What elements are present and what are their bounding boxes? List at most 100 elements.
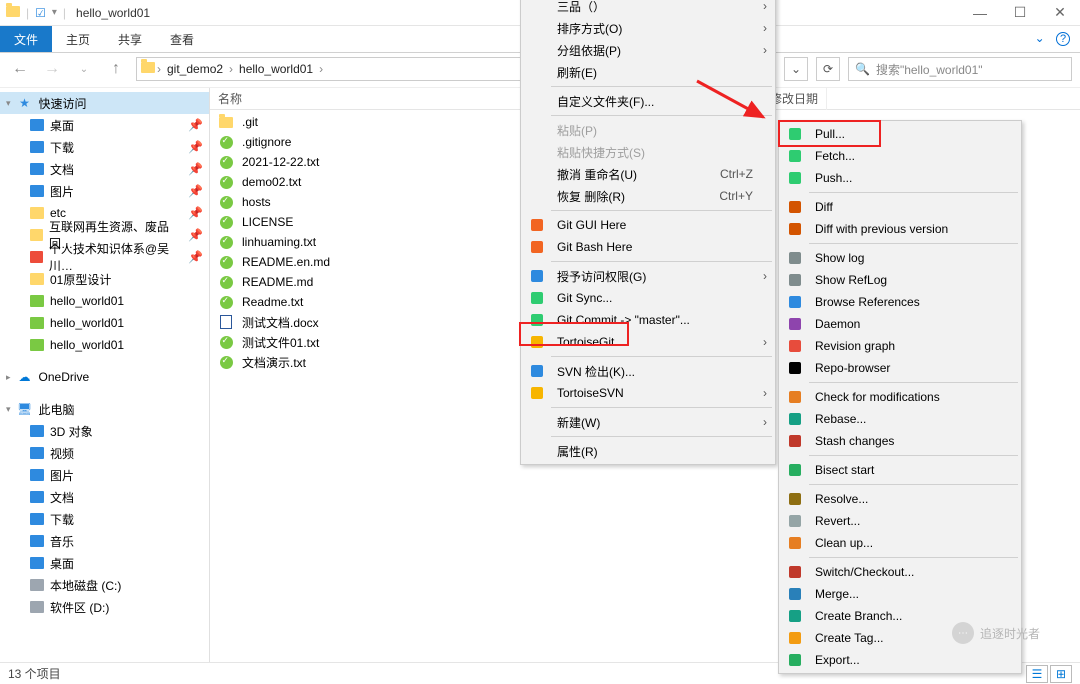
menu-item[interactable]: Git GUI Here [523,214,773,236]
sidebar-item[interactable]: hello_world01 [0,312,209,334]
sidebar-item[interactable]: 桌面📌 [0,114,209,136]
menu-item[interactable]: 恢复 删除(R)Ctrl+Y [523,185,773,207]
menu-item[interactable]: Merge... [781,583,1019,605]
menu-item-label: Stash changes [815,434,999,448]
pin-icon: 📌 [188,228,203,242]
chevron-down-icon[interactable]: ▾ [52,7,57,18]
menu-item[interactable]: Push... [781,167,1019,189]
qat-sep: | [63,6,66,20]
menu-item-label: 分组依据(P) [557,42,753,59]
menu-item[interactable]: TortoiseSVN› [523,382,773,404]
sidebar-item-label: 桌面 [50,117,74,134]
sidebar-item[interactable]: 文档📌 [0,158,209,180]
menu-item[interactable]: Diff with previous version [781,218,1019,240]
menu-item: 粘贴快捷方式(S) [523,141,773,163]
menu-item-label: Create Branch... [815,609,999,623]
sidebar-item-label: 下载 [50,511,74,528]
menu-item[interactable]: Bisect start [781,459,1019,481]
menu-item[interactable]: 三品（）› [523,0,773,17]
pin-icon: 📌 [188,184,203,198]
sidebar-item[interactable]: 图片📌 [0,180,209,202]
back-button[interactable]: ← [8,57,32,81]
menu-item[interactable]: Git Sync... [523,287,773,309]
sidebar-item-icon [30,425,44,437]
menu-item[interactable]: Export... [781,649,1019,671]
menu-item[interactable]: 刷新(E) [523,61,773,83]
sidebar-item-icon [30,207,44,219]
menu-item[interactable]: Pull... [781,123,1019,145]
menu-item[interactable]: SVN 检出(K)... [523,360,773,382]
menu-item-icon [527,0,547,14]
close-button[interactable]: ✕ [1040,0,1080,26]
breadcrumb[interactable]: git_demo2 [163,62,227,76]
menu-item[interactable]: 自定义文件夹(F)... [523,90,773,112]
menu-item[interactable]: Check for modifications [781,386,1019,408]
menu-item-icon [785,462,805,478]
menu-item[interactable]: Show log [781,247,1019,269]
tab-share[interactable]: 共享 [104,26,156,52]
menu-item[interactable]: Rebase... [781,408,1019,430]
menu-item[interactable]: 分组依据(P)› [523,39,773,61]
menu-item[interactable]: Show RefLog [781,269,1019,291]
menu-separator [809,382,1018,383]
tab-home[interactable]: 主页 [52,26,104,52]
sidebar-item[interactable]: 软件区 (D:) [0,596,209,618]
view-icons-icon[interactable]: ⊞ [1050,665,1072,683]
sidebar-item[interactable]: hello_world01 [0,334,209,356]
recent-button[interactable]: ⌄ [72,57,96,81]
ribbon-toggle-icon[interactable]: ⌄ ? [1025,26,1080,52]
menu-item[interactable]: Switch/Checkout... [781,561,1019,583]
menu-item[interactable]: Resolve... [781,488,1019,510]
menu-item[interactable]: Stash changes [781,430,1019,452]
sidebar-item[interactable]: 下载 [0,508,209,530]
sidebar-item[interactable]: 3D 对象 [0,420,209,442]
refresh-button[interactable]: ⟳ [816,57,840,81]
tab-view[interactable]: 查看 [156,26,208,52]
file-icon [218,114,234,130]
menu-item-icon [527,93,547,109]
menu-item[interactable]: TortoiseGit› [523,331,773,353]
sidebar-item[interactable]: 桌面 [0,552,209,574]
sidebar-item[interactable]: 视频 [0,442,209,464]
menu-item[interactable]: Fetch... [781,145,1019,167]
menu-item[interactable]: 撤消 重命名(U)Ctrl+Z [523,163,773,185]
sidebar-quick-access[interactable]: ▾★快速访问 [0,92,209,114]
sidebar-item[interactable]: hello_world01 [0,290,209,312]
menu-item[interactable]: Revert... [781,510,1019,532]
menu-item-icon [785,389,805,405]
menu-item[interactable]: Daemon [781,313,1019,335]
sidebar-thispc[interactable]: ▾🖥此电脑 [0,398,209,420]
sidebar-item[interactable]: 音乐 [0,530,209,552]
minimize-button[interactable]: ― [960,0,1000,26]
menu-item[interactable]: 授予访问权限(G)› [523,265,773,287]
sidebar-item[interactable]: 下载📌 [0,136,209,158]
up-button[interactable]: ↑ [104,57,128,81]
file-name: demo02.txt [242,175,301,189]
sidebar-onedrive[interactable]: ▸☁OneDrive [0,366,209,388]
maximize-button[interactable]: ☐ [1000,0,1040,26]
sidebar-item[interactable]: 本地磁盘 (C:) [0,574,209,596]
qat-divider: | [26,6,29,20]
menu-item[interactable]: 属性(R) [523,440,773,462]
file-tab[interactable]: 文件 [0,26,52,52]
chevron-right-icon: › [763,415,767,429]
forward-button[interactable]: → [40,57,64,81]
menu-item[interactable]: Diff [781,196,1019,218]
qat-checkbox-icon[interactable]: ☑ [35,6,46,20]
breadcrumb[interactable]: hello_world01 [235,62,317,76]
menu-item[interactable]: Repo-browser [781,357,1019,379]
search-input[interactable]: 🔍 搜索"hello_world01" [848,57,1072,81]
menu-item[interactable]: Git Bash Here [523,236,773,258]
menu-item-label: Resolve... [815,492,999,506]
menu-item[interactable]: 新建(W)› [523,411,773,433]
sidebar-item[interactable]: 图片 [0,464,209,486]
menu-item[interactable]: Clean up... [781,532,1019,554]
menu-item[interactable]: Browse References [781,291,1019,313]
sidebar-item[interactable]: 文档 [0,486,209,508]
sidebar-item[interactable]: 个人技术知识体系@吴川…📌 [0,246,209,268]
menu-item[interactable]: 排序方式(O)› [523,17,773,39]
view-details-icon[interactable]: ☰ [1026,665,1048,683]
menu-item[interactable]: Git Commit -> "master"... [523,309,773,331]
address-dropdown[interactable]: ⌄ [784,57,808,81]
menu-item[interactable]: Revision graph [781,335,1019,357]
